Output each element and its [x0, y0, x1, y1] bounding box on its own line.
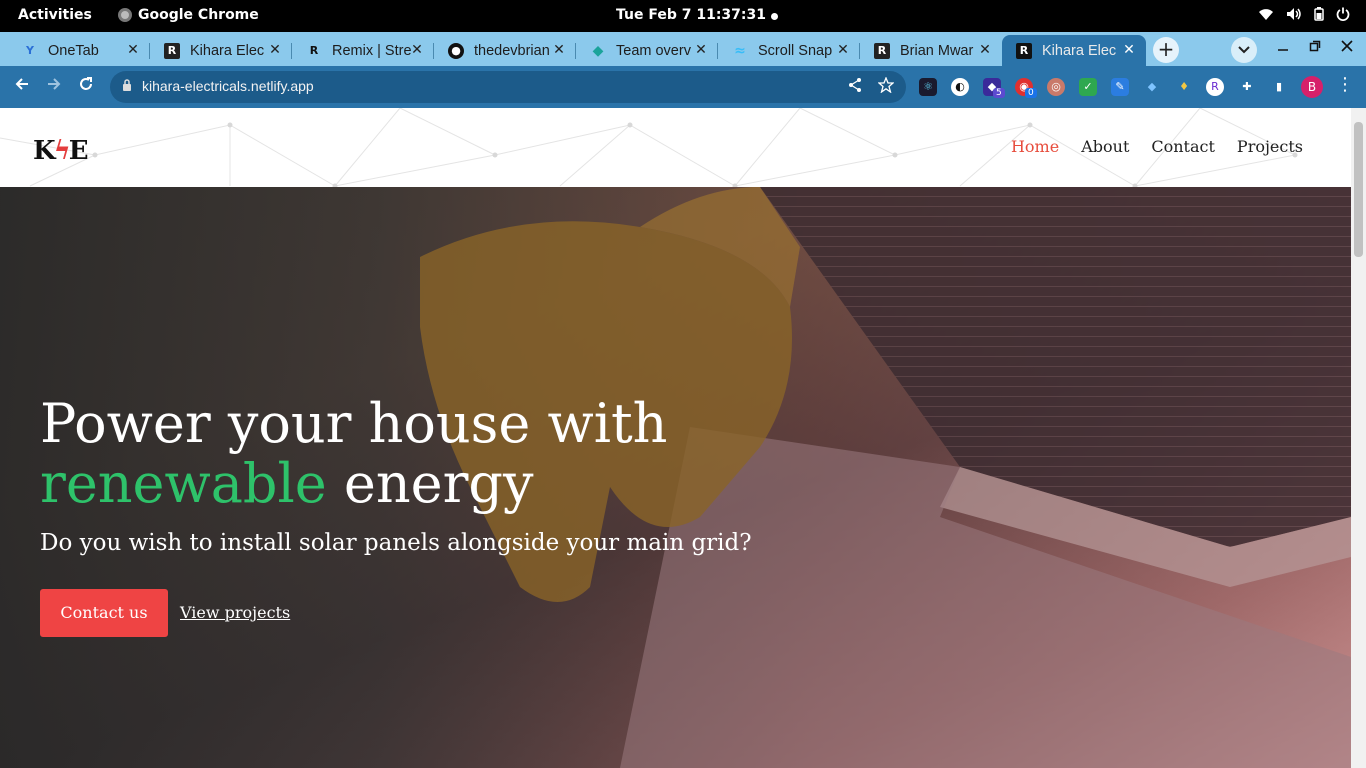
lock-icon	[123, 79, 131, 91]
remix-icon: R	[164, 42, 180, 59]
maximize-button[interactable]	[1309, 40, 1321, 56]
view-projects-link[interactable]: View projects	[180, 603, 290, 622]
react-devtools-icon[interactable]: ⚛	[919, 78, 937, 96]
extension-icon[interactable]: ♦	[1175, 78, 1193, 96]
back-button[interactable]	[10, 75, 34, 99]
share-icon[interactable]	[848, 77, 862, 97]
app-name: Google Chrome	[138, 7, 259, 23]
forward-button[interactable]	[42, 75, 66, 99]
puzzle-icon[interactable]: ✚	[1238, 78, 1256, 96]
remix-icon: R	[1016, 42, 1032, 59]
hero-headline: Power your house with renewable energy	[40, 394, 667, 514]
tailwind-icon: ≈	[734, 42, 746, 59]
volume-icon	[1286, 7, 1302, 25]
extension-badge: 5	[993, 88, 1005, 98]
recording-indicator-icon	[771, 13, 778, 20]
url-text: kihara-electricals.netlify.app	[142, 78, 314, 94]
extension-icon[interactable]: ◎	[1047, 78, 1065, 96]
clock[interactable]: Tue Feb 7 11:37:31	[616, 7, 766, 23]
reload-button[interactable]	[74, 75, 98, 99]
minimize-icon	[1278, 49, 1288, 51]
scrollbar-thumb[interactable]	[1354, 122, 1363, 257]
nav-projects[interactable]: Projects	[1237, 137, 1303, 156]
nav-contact[interactable]: Contact	[1151, 137, 1215, 156]
tab-active[interactable]: R Kihara Elec ✕	[1002, 35, 1146, 66]
close-window-button[interactable]	[1341, 40, 1353, 56]
headline-highlight: renewable	[40, 452, 327, 515]
power-icon	[1336, 7, 1350, 25]
lightning-icon: ϟ	[53, 136, 71, 166]
side-panel-icon[interactable]: ▮	[1270, 78, 1288, 96]
site-logo[interactable]: KϟE	[33, 136, 89, 166]
bookmark-star-icon[interactable]	[877, 76, 895, 97]
github-icon: ●	[448, 42, 464, 59]
more-vert-icon[interactable]: ⋮	[1336, 74, 1354, 95]
extension-icon[interactable]: R	[1206, 78, 1224, 96]
remix-icon: R	[874, 42, 890, 59]
tab-search-button[interactable]	[1231, 37, 1257, 63]
back-arrow-icon	[15, 78, 28, 90]
headline-line-2: energy	[326, 452, 534, 515]
hero-subheadline: Do you wish to install solar panels alon…	[40, 530, 752, 556]
reload-icon	[80, 77, 92, 90]
app-menu[interactable]: Google Chrome	[118, 7, 259, 23]
new-tab-button[interactable]: +	[1153, 37, 1179, 63]
close-icon[interactable]: ✕	[692, 41, 710, 59]
tab[interactable]: ● thedevbrian ✕	[434, 35, 576, 66]
extension-badge: 0	[1025, 88, 1037, 98]
close-icon[interactable]: ✕	[124, 41, 142, 59]
chrome-icon	[118, 8, 132, 22]
netlify-icon: ◆	[592, 42, 604, 59]
hero-section: Power your house with renewable energy D…	[0, 187, 1351, 768]
close-icon[interactable]: ✕	[550, 41, 568, 59]
activities-button[interactable]: Activities	[18, 7, 92, 23]
browser-toolbar: kihara-electricals.netlify.app ⚛ ◐ ◆ 5 ◉…	[0, 66, 1366, 108]
nav-about[interactable]: About	[1081, 137, 1129, 156]
address-bar[interactable]: kihara-electricals.netlify.app	[110, 71, 906, 103]
tab[interactable]: ≈ Scroll Snap ✕	[718, 35, 860, 66]
logo-letter-e: E	[68, 136, 89, 166]
system-top-bar: Activities Google Chrome Tue Feb 7 11:37…	[0, 0, 1366, 32]
extension-icon[interactable]: ◆	[1143, 78, 1161, 96]
wifi-icon	[1258, 7, 1274, 25]
close-icon[interactable]: ✕	[408, 41, 426, 59]
battery-icon	[1314, 7, 1324, 25]
eyedropper-icon[interactable]: ✎	[1111, 78, 1129, 96]
main-nav: Home About Contact Projects	[1011, 137, 1303, 156]
close-icon[interactable]: ✕	[266, 41, 284, 59]
close-icon[interactable]: ✕	[976, 41, 994, 59]
close-icon[interactable]: ✕	[834, 41, 852, 59]
tab[interactable]: R Remix | Stre ✕	[292, 35, 434, 66]
maximize-icon	[1309, 40, 1321, 52]
headline-line-1: Power your house with	[40, 392, 668, 455]
page-scrollbar[interactable]	[1351, 108, 1366, 768]
nav-home[interactable]: Home	[1011, 137, 1059, 156]
shield-icon[interactable]: ✓	[1079, 78, 1097, 96]
minimize-button[interactable]	[1277, 40, 1289, 56]
onetab-icon: Y	[26, 44, 34, 57]
tab[interactable]: R Brian Mwar ✕	[860, 35, 1002, 66]
contact-us-button[interactable]: Contact us	[40, 589, 168, 637]
close-icon	[1341, 40, 1353, 52]
system-menu[interactable]	[1258, 7, 1350, 25]
extension-icon[interactable]: ◐	[951, 78, 969, 96]
tab[interactable]: R Kihara Elec ✕	[150, 35, 292, 66]
chevron-down-icon	[1238, 46, 1250, 54]
site-header: KϟE Home About Contact Projects	[0, 108, 1351, 187]
web-page: KϟE Home About Contact Projects Power yo…	[0, 108, 1351, 768]
tab[interactable]: ◆ Team overv ✕	[576, 35, 718, 66]
forward-arrow-icon	[48, 78, 61, 90]
close-icon[interactable]: ✕	[1120, 41, 1138, 59]
remix-icon: R	[309, 44, 319, 57]
logo-letter-k: K	[33, 136, 56, 166]
tab[interactable]: Y OneTab ✕	[8, 35, 150, 66]
profile-avatar[interactable]: B	[1301, 76, 1323, 98]
